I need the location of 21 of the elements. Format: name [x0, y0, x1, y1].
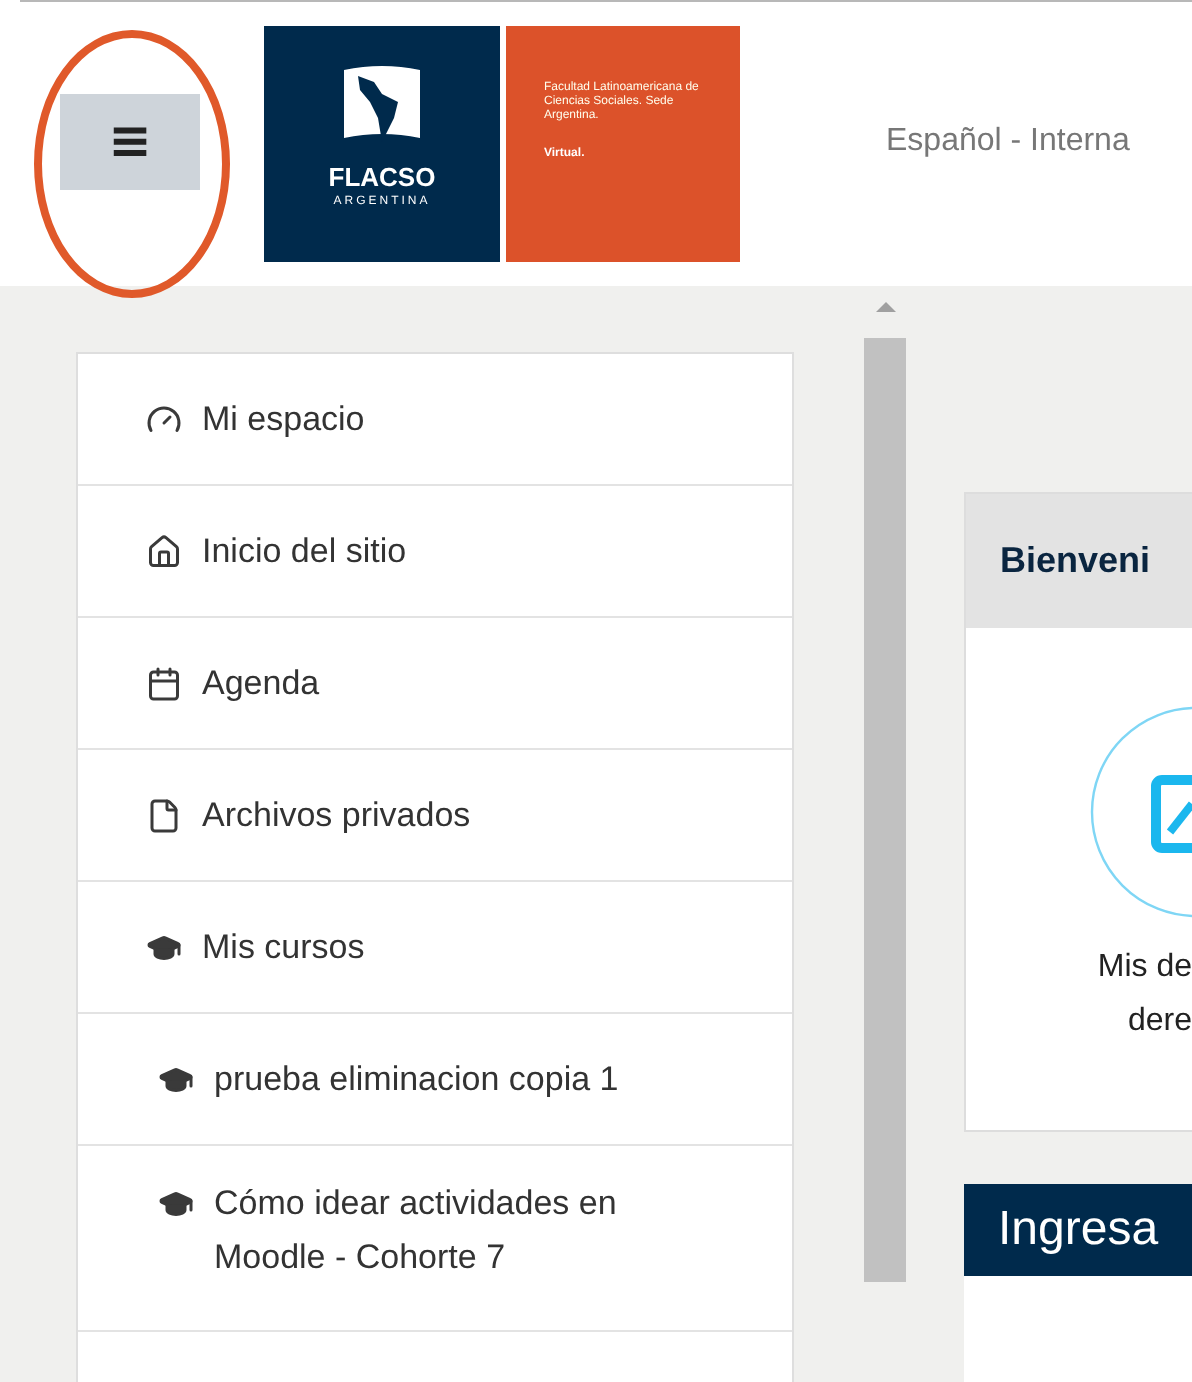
- nav-item[interactable]: Mi espacio: [78, 354, 792, 486]
- language-link[interactable]: Español - Interna: [886, 124, 1130, 160]
- edit-icon: [1086, 704, 1192, 920]
- graduation-cap-icon: [158, 1186, 194, 1222]
- logo-name: FLACSO: [328, 162, 436, 192]
- nav-item[interactable]: Archivos privados: [78, 750, 792, 882]
- graduation-cap-icon: [146, 930, 182, 966]
- card-title: Bienveni: [1000, 540, 1151, 582]
- file-icon: [146, 798, 182, 834]
- nav-item[interactable]: Mis cursos: [78, 882, 792, 1014]
- nav-item[interactable]: Agenda: [78, 618, 792, 750]
- nav-item[interactable]: prueba eliminacion copia 1: [78, 1014, 792, 1146]
- menu-button[interactable]: ≡: [60, 94, 200, 190]
- dashboard-icon: [146, 402, 182, 438]
- login-title: Ingresa: [998, 1202, 1159, 1258]
- nav-item[interactable]: Inicio del sitio: [78, 486, 792, 618]
- card-caption: Mis de dere: [1097, 948, 1192, 1042]
- home-icon: [146, 534, 182, 570]
- calendar-icon: [146, 666, 182, 702]
- nav-item[interactable]: Cómo idear actividades en Moodle - Cohorte 7: [78, 1146, 792, 1332]
- graduation-cap-icon: [158, 1062, 194, 1098]
